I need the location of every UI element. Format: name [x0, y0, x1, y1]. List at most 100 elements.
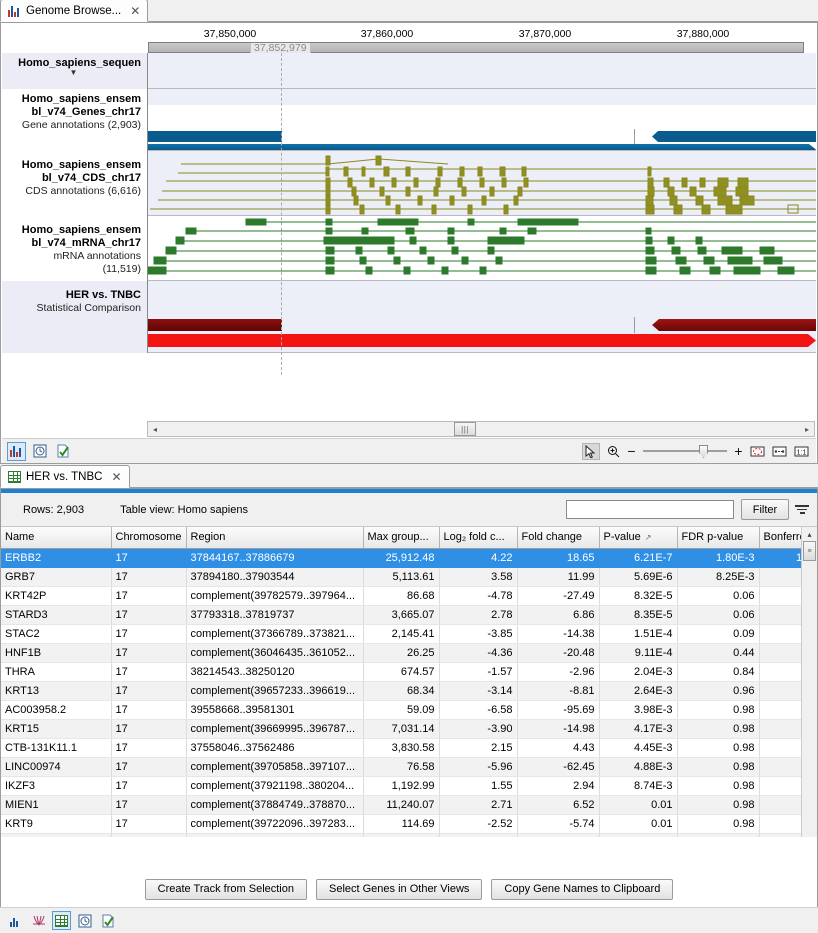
table-row[interactable]: THRA1738214543..38250120674.57-1.57-2.96… — [1, 662, 817, 681]
cell-chromosome: 17 — [111, 738, 186, 757]
cell-gene-name: ERBB2 — [1, 548, 111, 567]
track-genes[interactable] — [148, 89, 816, 151]
select-cursor-icon[interactable] — [582, 443, 600, 460]
scroll-up-icon[interactable]: ▴ — [802, 527, 817, 541]
cell-log2-fold-change: 2.15 — [439, 738, 517, 757]
track-label-statistical-comparison[interactable]: HER vs. TNBC Statistical Comparison — [2, 281, 148, 353]
cell-fold-change: 18.65 — [517, 548, 599, 567]
table-row[interactable]: KRT42P17complement(39782579..397964...86… — [1, 586, 817, 605]
tab-genome-browser[interactable]: Genome Browse... ✕ — [0, 0, 148, 22]
checklist-icon[interactable] — [53, 442, 72, 461]
clock-icon[interactable] — [30, 442, 49, 461]
table-row[interactable]: STAC217complement(37366789..373821...2,1… — [1, 624, 817, 643]
select-genes-in-other-views-button[interactable]: Select Genes in Other Views — [316, 879, 482, 900]
scroll-left-icon[interactable]: ◂ — [148, 425, 162, 434]
zoom-slider[interactable] — [643, 444, 727, 458]
venn-icon[interactable] — [29, 911, 48, 930]
zoom-slider-knob[interactable] — [699, 445, 708, 458]
create-track-from-selection-button[interactable]: Create Track from Selection — [145, 879, 307, 900]
cell-fold-change: -2.96 — [517, 662, 599, 681]
svg-text:1:1: 1:1 — [796, 449, 806, 456]
zoom-out-minus[interactable]: − — [626, 446, 637, 456]
track-name-2: bl_v74_mRNA_chr17 — [6, 237, 141, 250]
cell-fold-change: -27.49 — [517, 586, 599, 605]
track-cds[interactable] — [148, 151, 816, 216]
column-header-fdr-p-value[interactable]: FDR p-value — [677, 527, 759, 548]
cell-chromosome: 17 — [111, 814, 186, 833]
ruler-tick-label: 37,880,000 — [677, 28, 730, 40]
filter-button[interactable]: Filter — [741, 499, 789, 520]
column-header-chromosome[interactable]: Chromosome — [111, 527, 186, 548]
cell-gene-name: KRT9 — [1, 814, 111, 833]
track-name-2: bl_v74_CDS_chr17 — [6, 172, 141, 185]
cell-fold-change: -20.48 — [517, 643, 599, 662]
cell-fold-change: 6.86 — [517, 605, 599, 624]
browser-horizontal-scrollbar[interactable]: ◂ ||| ▸ — [147, 421, 815, 437]
track-label-genes[interactable]: Homo_sapiens_ensem bl_v74_Genes_chr17 Ge… — [2, 89, 148, 151]
column-header-log2-fold[interactable]: Log₂ fold c... — [439, 527, 517, 548]
table-icon[interactable] — [52, 911, 71, 930]
table-row[interactable]: KRT917complement(39722096..397283...114.… — [1, 814, 817, 833]
track-label-sequence[interactable]: Homo_sapiens_sequen ▼ — [2, 53, 148, 89]
track-canvas-column[interactable] — [148, 53, 816, 353]
table-row[interactable]: LINC0097417complement(39705858..397107..… — [1, 757, 817, 776]
copy-gene-names-to-clipboard-button[interactable]: Copy Gene Names to Clipboard — [491, 879, 673, 900]
filter-options-icon[interactable] — [795, 502, 811, 518]
cell-p-value: 4.88E-3 — [599, 757, 677, 776]
track-label-mrna[interactable]: Homo_sapiens_ensem bl_v74_mRNA_chr17 mRN… — [2, 216, 148, 281]
table-row[interactable]: C17orf9617complement(36827961..368311...… — [1, 833, 817, 837]
close-icon[interactable]: ✕ — [111, 470, 121, 484]
table-row[interactable]: KRT1317complement(39657233..396619...68.… — [1, 681, 817, 700]
table-row[interactable]: HNF1B17complement(36046435..361052...26.… — [1, 643, 817, 662]
cell-max-group: 11,240.07 — [363, 795, 439, 814]
fit-selection-icon[interactable] — [748, 443, 766, 460]
table-row[interactable]: KRT1517complement(39669995..396787...7,0… — [1, 719, 817, 738]
zoom-in-plus[interactable]: + — [733, 446, 744, 456]
track-label-cds[interactable]: Homo_sapiens_ensem bl_v74_CDS_chr17 CDS … — [2, 151, 148, 216]
bar-chart-icon[interactable] — [6, 911, 25, 930]
column-header-max-group[interactable]: Max group... — [363, 527, 439, 548]
table-row[interactable]: IKZF317complement(37921198..380204...1,1… — [1, 776, 817, 795]
column-header-fold-change[interactable]: Fold change — [517, 527, 599, 548]
scroll-thumb[interactable]: ||| — [454, 422, 476, 436]
track-statistical-comparison[interactable] — [148, 281, 816, 353]
clock-icon[interactable] — [75, 911, 94, 930]
cell-chromosome: 17 — [111, 567, 186, 586]
cell-fold-change: 6.52 — [517, 795, 599, 814]
cell-chromosome: 17 — [111, 643, 186, 662]
chevron-down-icon[interactable]: ▼ — [6, 70, 141, 76]
table-row[interactable]: AC003958.21739558668..3958130159.09-6.58… — [1, 700, 817, 719]
column-header-region[interactable]: Region — [186, 527, 363, 548]
track-name: Homo_sapiens_ensem — [6, 159, 141, 172]
genome-browser-view[interactable]: 37,850,000 37,860,000 37,870,000 37,880,… — [2, 24, 816, 419]
table-row[interactable]: STARD31737793318..378197373,665.072.786.… — [1, 605, 817, 624]
close-icon[interactable]: ✕ — [130, 4, 140, 18]
bar-chart-icon[interactable] — [7, 442, 26, 461]
tab-her-vs-tnbc[interactable]: HER vs. TNBC ✕ — [0, 465, 130, 488]
table-vertical-scrollbar[interactable]: ▴ ≡ ▾ — [801, 527, 817, 837]
genome-ruler[interactable]: 37,850,000 37,860,000 37,870,000 37,880,… — [2, 24, 816, 51]
table-row[interactable]: ERBB21737844167..3788667925,912.484.2218… — [1, 548, 817, 567]
ruler-range-bar[interactable] — [148, 42, 804, 53]
table-grid-wrapper[interactable]: Name Chromosome Region Max group... Log₂… — [1, 527, 817, 837]
track-sequence[interactable] — [148, 53, 816, 89]
track-mrna[interactable] — [148, 216, 816, 281]
column-header-name[interactable]: Name — [1, 527, 111, 548]
scroll-right-icon[interactable]: ▸ — [800, 425, 814, 434]
scroll-track[interactable]: ||| — [162, 422, 800, 436]
fit-width-icon[interactable] — [770, 443, 788, 460]
zoom-one-to-one-icon[interactable]: 1:1 — [792, 443, 810, 460]
filter-input[interactable] — [566, 500, 734, 519]
zoom-magnifier-icon[interactable] — [604, 443, 622, 460]
cell-gene-name: IKZF3 — [1, 776, 111, 795]
table-row[interactable]: CTB-131K11.11737558046..375624863,830.58… — [1, 738, 817, 757]
cell-log2-fold-change: 4.22 — [439, 548, 517, 567]
track-name: Homo_sapiens_ensem — [6, 93, 141, 106]
table-row[interactable]: MIEN117complement(37884749..378870...11,… — [1, 795, 817, 814]
table-row[interactable]: GRB71737894180..379035445,113.613.5811.9… — [1, 567, 817, 586]
column-header-p-value[interactable]: P-value↗ — [599, 527, 677, 548]
cell-gene-name: KRT15 — [1, 719, 111, 738]
checklist-icon[interactable] — [98, 911, 117, 930]
scroll-thumb[interactable]: ≡ — [803, 541, 816, 561]
browser-zoom-tools: − + 1:1 — [582, 443, 816, 460]
